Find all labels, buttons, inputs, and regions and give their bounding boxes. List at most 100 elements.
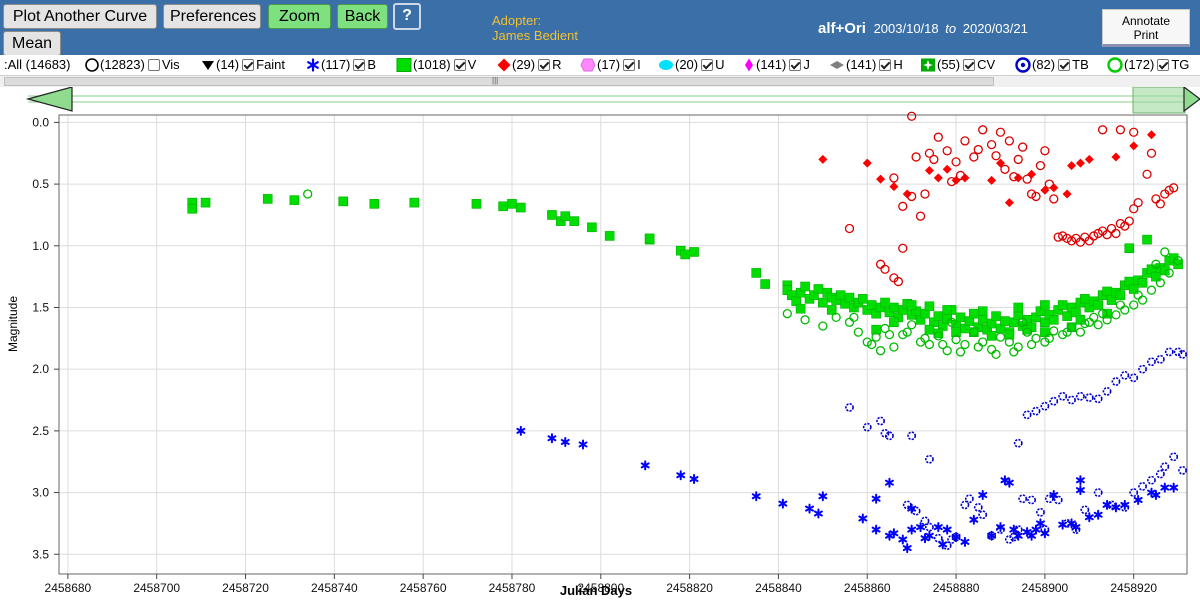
point-v <box>795 303 806 314</box>
range-left-handle-icon[interactable] <box>25 86 73 112</box>
point-v <box>889 317 899 328</box>
point-tg <box>938 339 948 350</box>
checkbox-v[interactable] <box>453 59 466 71</box>
point-v <box>880 297 890 308</box>
checkbox-faint[interactable] <box>242 59 255 71</box>
legend-j-count: (141) <box>756 57 787 72</box>
point-r-tr <box>1111 228 1121 239</box>
checkbox-r[interactable] <box>538 59 551 71</box>
legend-item-faint[interactable]: (14) Faint <box>201 57 285 73</box>
point-tg <box>875 346 886 356</box>
checkbox-tg[interactable] <box>1157 59 1170 71</box>
point-b <box>689 473 699 484</box>
point-tg <box>1075 327 1086 337</box>
point-tb <box>1160 462 1170 472</box>
checkbox-h[interactable] <box>879 59 892 71</box>
preferences-button[interactable]: Preferences <box>163 4 261 29</box>
checkbox-cv[interactable] <box>963 59 976 71</box>
point-tb <box>1049 396 1059 406</box>
point-b <box>778 498 788 509</box>
point-r <box>1129 141 1139 151</box>
y-tick-label: 2.5 <box>32 424 49 438</box>
point-tg <box>1160 247 1170 257</box>
legend-tb-label: TB <box>1072 57 1089 72</box>
scrollbar-thumb[interactable] <box>4 77 994 86</box>
point-tb <box>1178 349 1187 359</box>
point-r-tr <box>1013 154 1023 165</box>
checkbox-j[interactable] <box>789 59 802 71</box>
point-r-tr <box>1018 142 1028 152</box>
point-tb <box>845 403 854 412</box>
point-r <box>924 166 934 176</box>
point-tb <box>1053 495 1063 505</box>
date-to-word: to <box>945 21 957 36</box>
range-window[interactable] <box>1132 86 1186 114</box>
range-right-handle-icon[interactable] <box>1183 85 1200 113</box>
point-r <box>818 154 828 164</box>
back-button[interactable]: Back <box>337 4 388 29</box>
range-selector[interactable] <box>25 85 1200 114</box>
legend-item-tg[interactable]: (172) TG <box>1107 57 1189 73</box>
point-tb <box>1067 395 1076 405</box>
horizontal-scrollbar[interactable]: ||| <box>0 75 1200 87</box>
point-b <box>578 439 588 450</box>
mean-button[interactable]: Mean <box>3 31 61 56</box>
point-r-tr <box>907 111 917 121</box>
point-v <box>813 284 824 294</box>
legend-item-h[interactable]: (141) H <box>829 57 903 73</box>
zoom-button[interactable]: Zoom <box>268 4 331 29</box>
legend-item-v[interactable]: (1018) V <box>396 57 476 73</box>
point-b <box>1111 502 1121 513</box>
legend-item-vis[interactable]: (12823) Vis <box>85 57 180 73</box>
checkbox-u[interactable] <box>701 59 714 71</box>
point-tg <box>1137 295 1148 305</box>
point-tb <box>1076 391 1085 401</box>
plot-another-curve-button[interactable]: Plot Another Curve <box>3 4 157 29</box>
x-tick-label: 2458820 <box>666 581 713 595</box>
point-v <box>924 324 935 335</box>
cv-square-icon <box>921 58 935 72</box>
legend-item-r[interactable]: (29) R <box>497 57 562 73</box>
point-b <box>933 522 943 533</box>
point-b <box>676 470 686 481</box>
legend-item-tb[interactable]: (82) TB <box>1015 57 1089 73</box>
legend-r-label: R <box>552 57 562 72</box>
checkbox-vis[interactable] <box>147 59 160 71</box>
wide-diamond-icon <box>830 61 844 69</box>
legend-item-cv[interactable]: (55) CV <box>920 57 995 73</box>
legend-all[interactable]: :All (14683) <box>4 57 70 73</box>
legend-item-i[interactable]: (17) I <box>580 57 641 73</box>
legend-item-b[interactable]: (117) B <box>306 57 376 73</box>
point-v <box>986 331 997 341</box>
point-v <box>818 297 828 308</box>
annotate-print-button[interactable]: Annotate Print <box>1102 9 1190 47</box>
checkbox-tb[interactable] <box>1058 59 1071 71</box>
legend-item-u[interactable]: (20) U <box>658 57 725 73</box>
point-tb <box>1155 469 1165 479</box>
x-tick-label: 2458780 <box>489 581 536 595</box>
point-b <box>1093 509 1103 520</box>
point-r-tr <box>973 144 983 155</box>
point-r <box>1084 154 1094 164</box>
point-b <box>871 524 881 535</box>
legend-faint-count: (14) <box>216 57 240 72</box>
legend-item-j[interactable]: (141) J <box>743 57 810 73</box>
point-b <box>1084 512 1094 523</box>
point-v <box>1040 300 1050 310</box>
point-r-tr <box>1115 125 1126 135</box>
square-icon <box>396 58 412 72</box>
help-button[interactable]: ? <box>393 3 421 30</box>
point-r-tr <box>960 136 970 146</box>
point-v <box>844 292 855 303</box>
legend-vis-label: Vis <box>161 57 180 72</box>
point-v <box>569 216 579 226</box>
checkbox-b[interactable] <box>353 59 366 71</box>
chart-area[interactable]: 2458680 2458700 2458720 2458740 2458760 24587… <box>0 85 1200 605</box>
point-v <box>644 233 655 244</box>
tg-circle-icon <box>1107 57 1123 73</box>
point-v <box>680 249 690 260</box>
x-tick-label: 2458880 <box>933 581 980 595</box>
checkbox-i[interactable] <box>623 59 636 71</box>
light-curve-plot[interactable]: 2458680 2458700 2458720 2458740 2458760 24587… <box>0 85 1200 605</box>
point-b <box>560 436 570 447</box>
